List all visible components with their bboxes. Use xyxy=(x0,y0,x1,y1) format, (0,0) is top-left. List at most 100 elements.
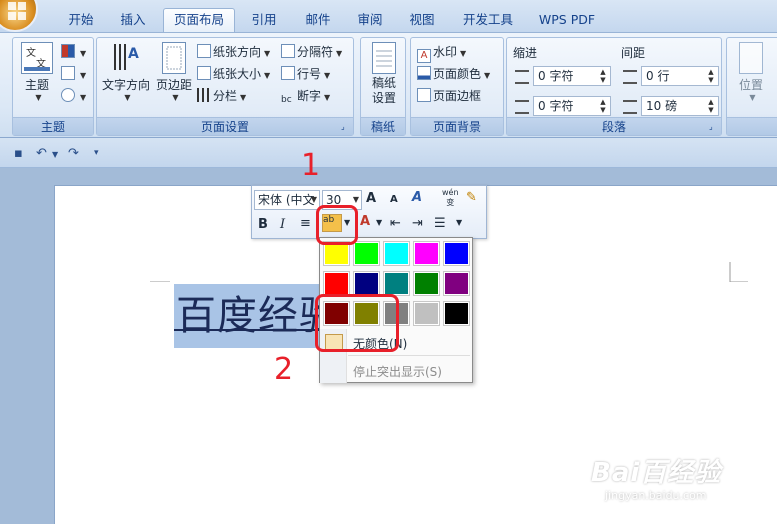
text-direction-button[interactable]: A 文字方向 ▼ xyxy=(101,42,151,102)
color-swatch[interactable] xyxy=(323,271,350,296)
bullets-dropdown-icon[interactable]: ▼ xyxy=(456,218,462,227)
undo-dropdown-icon[interactable]: ▼ xyxy=(52,150,58,159)
increase-indent-icon[interactable]: ⇥ xyxy=(412,216,423,231)
theme-colors-icon xyxy=(61,44,75,58)
text-direction-icon: A xyxy=(110,42,142,74)
dialog-launcher-icon[interactable]: ⌟ xyxy=(709,122,719,132)
indent-right-input[interactable]: 0 字符 ▲ ▼ xyxy=(533,96,611,116)
color-swatch[interactable] xyxy=(443,271,470,296)
center-align-icon[interactable]: ≡ xyxy=(300,216,311,231)
watermark-icon: A xyxy=(417,49,431,63)
annotation-box-dark-swatches xyxy=(315,294,399,352)
bullets-icon[interactable]: ☰ xyxy=(434,216,446,231)
tab-home[interactable]: 开始 xyxy=(58,9,104,32)
color-swatch[interactable] xyxy=(353,241,380,266)
tab-review[interactable]: 审阅 xyxy=(348,9,392,32)
shrink-font-button[interactable]: A xyxy=(390,194,398,205)
quick-access-toolbar: ▪ ↶ ▼ ↷ ▾ xyxy=(0,138,777,168)
customize-qat-icon[interactable]: ▾ xyxy=(94,148,99,158)
hyphenation-icon: bc xyxy=(281,95,292,105)
breaks-button[interactable]: 分隔符 ▼ xyxy=(281,42,342,62)
margin-corner-mark xyxy=(729,262,748,282)
theme-fonts-icon xyxy=(61,66,75,80)
theme-colors-button[interactable]: ▼ xyxy=(61,42,86,62)
margins-button[interactable]: 页边距 ▼ xyxy=(153,42,195,102)
font-color-icon[interactable]: A xyxy=(360,214,370,229)
draft-settings-button[interactable]: 稿纸 设置 xyxy=(365,42,403,106)
text-direction-label: 文字方向 xyxy=(101,78,150,92)
theme-effects-button[interactable]: ▼ xyxy=(61,86,86,106)
ribbon-tab-bar: 开始 插入 页面布局 引用 邮件 审阅 视图 开发工具 WPS PDF xyxy=(0,0,777,33)
undo-icon[interactable]: ↶ xyxy=(36,146,47,161)
italic-button[interactable]: I xyxy=(280,217,285,232)
watermark-brand: Bai百经验 xyxy=(591,458,722,488)
text-style-icon[interactable]: A xyxy=(412,190,422,205)
format-painter-icon[interactable]: ✎ xyxy=(466,190,477,205)
line-numbers-button[interactable]: 行号 ▼ xyxy=(281,64,330,84)
page-color-button[interactable]: 页面颜色 ▼ xyxy=(417,64,490,84)
position-button[interactable]: 位置 ▼ xyxy=(733,42,769,102)
svg-text:A: A xyxy=(128,46,139,62)
spacing-before-input[interactable]: 0 行 ▲ ▼ xyxy=(641,66,719,86)
bold-button[interactable]: B xyxy=(258,217,268,232)
save-icon[interactable]: ▪ xyxy=(14,146,23,161)
group-theme: 文文 主题 ▼ ▼ ▼ ▼ 主题 xyxy=(12,37,94,136)
stop-highlight-label: 停止突出显示(S) xyxy=(353,365,442,379)
color-swatch[interactable] xyxy=(413,241,440,266)
annotation-box-highlight-button xyxy=(316,205,358,245)
tab-references[interactable]: 引用 xyxy=(242,9,286,32)
font-color-dropdown-icon[interactable]: ▼ xyxy=(376,218,382,227)
line-numbers-icon xyxy=(281,66,295,80)
page-borders-button[interactable]: 页面边框 xyxy=(417,86,481,106)
tab-developer[interactable]: 开发工具 xyxy=(452,9,524,32)
color-swatch[interactable] xyxy=(323,241,350,266)
columns-icon xyxy=(197,88,211,102)
annotation-step-1: 1 xyxy=(301,148,321,183)
group-label-paragraph: 段落 xyxy=(507,117,721,135)
chevron-down-icon: ▼ xyxy=(310,195,317,204)
margin-corner-mark xyxy=(150,281,170,282)
watermark-button[interactable]: A 水印 ▼ xyxy=(417,42,466,63)
tab-mailings[interactable]: 邮件 xyxy=(296,9,340,32)
color-swatch[interactable] xyxy=(443,241,470,266)
margins-label: 页边距 xyxy=(155,78,192,92)
columns-button[interactable]: 分栏 ▼ xyxy=(197,86,246,106)
orientation-button[interactable]: 纸张方向 ▼ xyxy=(197,42,270,62)
color-swatch[interactable] xyxy=(413,301,440,326)
spacing-label: 间距 xyxy=(621,46,646,60)
redo-icon[interactable]: ↷ xyxy=(68,146,79,161)
indent-left-icon xyxy=(515,70,529,84)
tab-view[interactable]: 视图 xyxy=(400,9,444,32)
hyphenation-button[interactable]: bc 断字 ▼ xyxy=(281,86,330,106)
mini-toolbar: 宋体 (中文 ▼ 30 ▼ A A A wén 变 ✎ B I ≡ ab ▼ A ▼… xyxy=(251,185,487,239)
color-swatch[interactable] xyxy=(413,271,440,296)
size-button[interactable]: 纸张大小 ▼ xyxy=(197,64,270,84)
group-arrange: 位置 ▼ xyxy=(726,37,777,136)
indent-left-input[interactable]: 0 字符 ▲ ▼ xyxy=(533,66,611,86)
tab-insert[interactable]: 插入 xyxy=(110,9,156,32)
position-label: 位置 xyxy=(738,78,763,92)
phonetic-guide-button[interactable]: wén 变 xyxy=(442,188,459,208)
tab-page-layout[interactable]: 页面布局 xyxy=(163,8,235,33)
color-swatch[interactable] xyxy=(383,271,410,296)
office-button[interactable] xyxy=(0,0,38,32)
group-draft: 稿纸 设置 稿纸 xyxy=(360,37,406,136)
dialog-launcher-icon[interactable]: ⌟ xyxy=(341,122,351,132)
selected-document-text[interactable]: 百度经验 xyxy=(174,284,320,348)
color-swatch[interactable] xyxy=(353,271,380,296)
spacing-after-input[interactable]: 10 磅 ▲ ▼ xyxy=(641,96,719,116)
ribbon: 文文 主题 ▼ ▼ ▼ ▼ 主题 A 文字方向 ▼ 页边距 ▼ 纸张方向 ▼ 纸… xyxy=(0,32,777,138)
group-label-page-setup: 页面设置 xyxy=(97,117,353,135)
page-borders-icon xyxy=(417,88,431,102)
decrease-indent-icon[interactable]: ⇤ xyxy=(390,216,401,231)
theme-button[interactable]: 文文 主题 ▼ xyxy=(19,42,55,102)
color-swatch[interactable] xyxy=(443,301,470,326)
indent-right-icon xyxy=(515,100,529,114)
tab-wps-pdf[interactable]: WPS PDF xyxy=(532,9,602,32)
theme-fonts-button[interactable]: ▼ xyxy=(61,64,86,84)
font-name-dropdown[interactable]: 宋体 (中文 ▼ xyxy=(254,190,320,210)
office-logo-icon xyxy=(8,2,26,20)
watermark-site: jingyan.baidu.com xyxy=(605,489,707,502)
grow-font-button[interactable]: A xyxy=(366,191,376,206)
color-swatch[interactable] xyxy=(383,241,410,266)
